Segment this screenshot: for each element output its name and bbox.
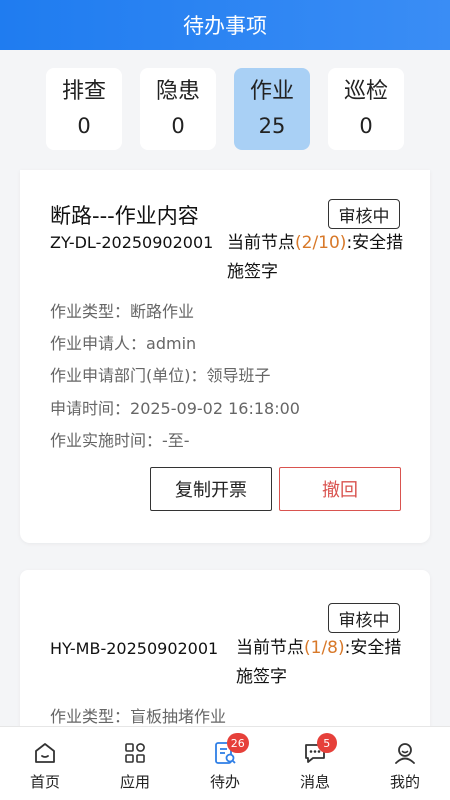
- field-value: admin: [146, 334, 197, 353]
- status-badge: 审核中: [328, 603, 400, 633]
- home-icon: [31, 739, 59, 767]
- field-label: 作业实施时间：: [50, 431, 163, 450]
- field-value: 盲板抽堵作业: [130, 707, 227, 726]
- message-count-badge: 5: [316, 733, 337, 753]
- nav-todo[interactable]: 26 待办: [180, 727, 270, 800]
- current-node: 当前节点(2/10):安全措施签字: [227, 229, 405, 287]
- info-row-applicant: 作业申请人：admin: [50, 330, 196, 354]
- work-order-code: HY-MB-20250902001: [50, 639, 219, 658]
- nav-messages[interactable]: 5 消息: [270, 727, 360, 800]
- page-title: 待办事项: [183, 14, 267, 38]
- nav-label: 我的: [389, 773, 420, 791]
- bottom-nav: 首页 应用 26 待办 5 消息 我的: [0, 726, 450, 800]
- info-row-execute-time: 作业实施时间：-至-: [50, 427, 190, 451]
- info-row-department: 作业申请部门(单位)：领导班子: [50, 362, 271, 386]
- work-order-card[interactable]: 断路---作业内容 审核中 ZY-DL-20250902001 当前节点(2/1…: [20, 170, 430, 543]
- card-title: 断路---作业内容: [50, 204, 199, 228]
- tab-work[interactable]: 作业 25: [234, 68, 310, 150]
- tab-count: 0: [359, 114, 373, 138]
- nav-label: 消息: [299, 773, 330, 791]
- info-row-type: 作业类型：盲板抽堵作业: [50, 703, 226, 727]
- field-value: 领导班子: [206, 366, 271, 385]
- field-value: 2025-09-02 16:18:00: [130, 399, 300, 418]
- info-row-type: 作业类型：断路作业: [50, 298, 194, 322]
- tab-inspection[interactable]: 排查 0: [46, 68, 122, 150]
- field-label: 申请时间：: [50, 399, 131, 418]
- nav-apps[interactable]: 应用: [90, 727, 180, 800]
- tab-count: 0: [77, 114, 91, 138]
- work-order-code: ZY-DL-20250902001: [50, 233, 214, 252]
- copy-ticket-button[interactable]: 复制开票: [150, 467, 272, 511]
- field-label: 作业类型：: [50, 302, 131, 321]
- field-label: 作业类型：: [50, 707, 131, 726]
- node-progress: (1/8): [304, 638, 345, 658]
- nav-label: 待办: [209, 773, 240, 791]
- field-value: -至-: [162, 431, 190, 450]
- category-tabs: 排查 0 隐患 0 作业 25 巡检 0: [0, 68, 450, 150]
- nav-label: 应用: [119, 773, 150, 791]
- tab-hazard[interactable]: 隐患 0: [140, 68, 216, 150]
- tab-count: 25: [258, 114, 286, 138]
- work-order-card[interactable]: 审核中 HY-MB-20250902001 当前节点(1/8):安全措施签字 作…: [20, 570, 430, 740]
- nav-home[interactable]: 首页: [0, 727, 90, 800]
- tab-label: 作业: [249, 79, 294, 104]
- status-badge: 审核中: [328, 199, 400, 229]
- field-label: 作业申请人：: [50, 334, 147, 353]
- apps-grid-icon: [121, 739, 149, 767]
- node-prefix: 当前节点: [227, 233, 295, 253]
- node-prefix: 当前节点: [236, 638, 304, 658]
- field-value: 断路作业: [130, 302, 195, 321]
- nav-profile[interactable]: 我的: [360, 727, 450, 800]
- current-node: 当前节点(1/8):安全措施签字: [236, 634, 414, 692]
- tab-label: 隐患: [155, 79, 200, 104]
- revoke-button[interactable]: 撤回: [279, 467, 401, 511]
- tab-label: 排查: [61, 79, 106, 104]
- page-header: 待办事项: [0, 0, 450, 50]
- tab-label: 巡检: [343, 79, 388, 104]
- tab-count: 0: [171, 114, 185, 138]
- field-label: 作业申请部门(单位)：: [50, 366, 207, 385]
- info-row-apply-time: 申请时间：2025-09-02 16:18:00: [50, 395, 300, 419]
- todo-count-badge: 26: [226, 733, 249, 753]
- tab-patrol[interactable]: 巡检 0: [328, 68, 404, 150]
- node-progress: (2/10): [295, 233, 347, 253]
- profile-icon: [391, 739, 419, 767]
- nav-label: 首页: [29, 773, 60, 791]
